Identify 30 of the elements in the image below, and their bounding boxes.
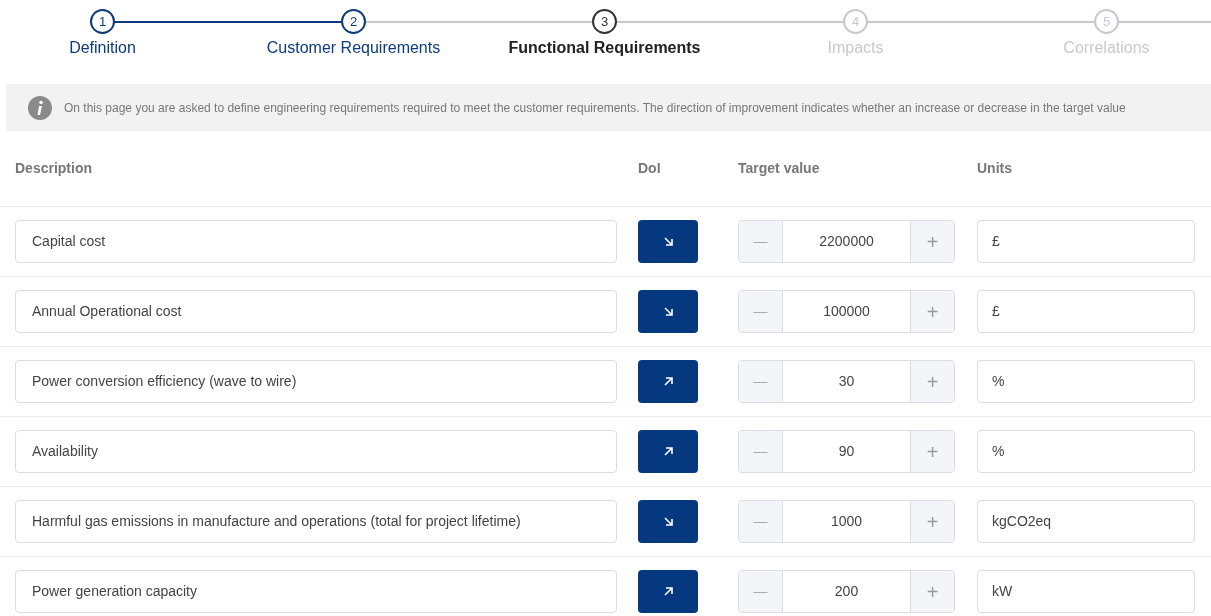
- direction-button[interactable]: [638, 500, 698, 543]
- units-field[interactable]: %: [977, 430, 1195, 473]
- step-number[interactable]: 3: [592, 9, 617, 34]
- step-label[interactable]: Customer Requirements: [266, 36, 441, 60]
- direction-button[interactable]: [638, 220, 698, 263]
- direction-button[interactable]: [638, 570, 698, 613]
- units-field[interactable]: kW: [977, 570, 1195, 613]
- step-number[interactable]: 1: [90, 9, 115, 34]
- description-field[interactable]: Harmful gas emissions in manufacture and operations (total for project lifetime): [15, 500, 617, 543]
- units-field[interactable]: £: [977, 290, 1195, 333]
- column-header: Units: [977, 160, 1012, 176]
- direction-button[interactable]: [638, 430, 698, 473]
- description-field[interactable]: Availability: [15, 430, 617, 473]
- info-icon: [28, 95, 52, 120]
- column-header: Target value: [738, 160, 820, 176]
- step-label[interactable]: Functional Requirements: [508, 36, 701, 60]
- units-field[interactable]: %: [977, 360, 1195, 403]
- description-field[interactable]: Power conversion efficiency (wave to wire): [15, 360, 617, 403]
- direction-button[interactable]: [638, 360, 698, 403]
- description-field[interactable]: Capital cost: [15, 220, 617, 263]
- step-label[interactable]: Definition: [69, 36, 136, 60]
- units-field[interactable]: kgCO2eq: [977, 500, 1195, 543]
- column-header: Description: [15, 160, 92, 176]
- step-number[interactable]: 2: [341, 9, 366, 34]
- units-field[interactable]: £: [977, 220, 1195, 263]
- column-header: DoI: [638, 160, 661, 176]
- description-field[interactable]: Annual Operational cost: [15, 290, 617, 333]
- description-field[interactable]: Power generation capacity: [15, 570, 617, 613]
- direction-button[interactable]: [638, 290, 698, 333]
- info-text: On this page you are asked to define engineering requirements required to meet the customer requirements. The direction of improvement indicates whether an increase or decrease in the target value: [64, 99, 1126, 117]
